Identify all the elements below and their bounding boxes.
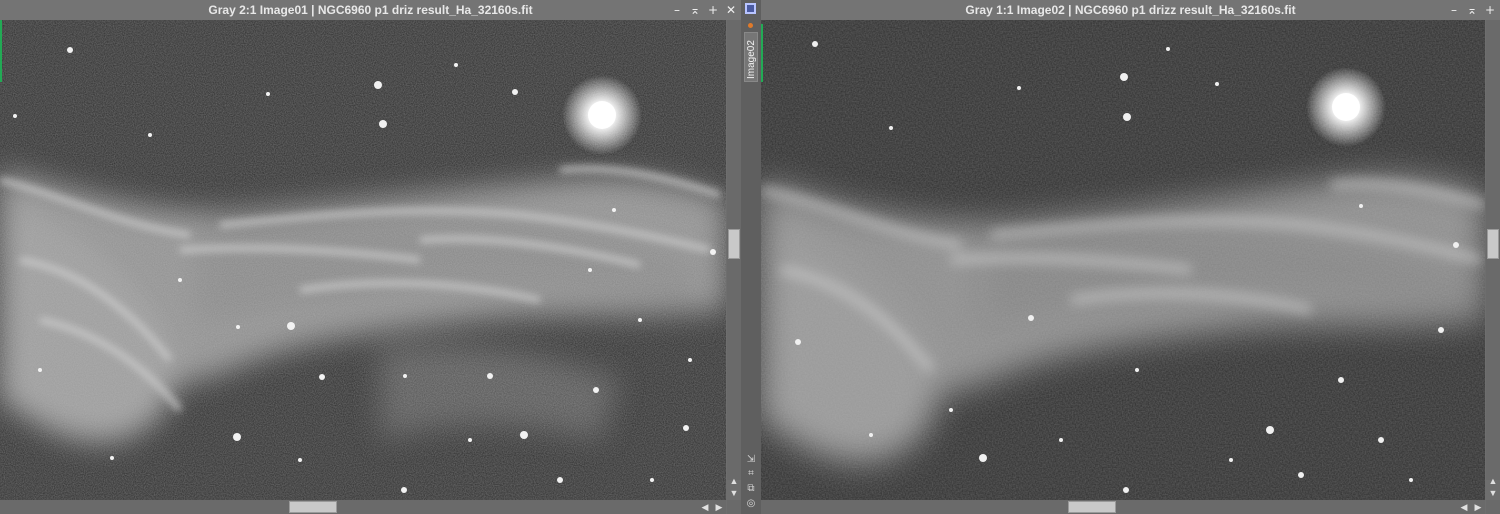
window-title-bar[interactable]: Gray 2:1 Image01 | NGC6960 p1 driz resul… xyxy=(0,0,741,20)
window-title-bar[interactable]: Gray 1:1 Image02 | NGC6960 p1 drizz resu… xyxy=(761,0,1500,20)
vertical-scroll-thumb[interactable] xyxy=(1487,229,1499,259)
vertical-scroll-thumb[interactable] xyxy=(728,229,740,259)
minimize-icon[interactable]: – xyxy=(671,3,683,17)
image-window-right[interactable]: Gray 1:1 Image02 | NGC6960 p1 drizz resu… xyxy=(761,0,1500,514)
maximize-icon[interactable]: + xyxy=(707,3,719,17)
target-icon[interactable]: ◎ xyxy=(746,499,756,509)
scroll-left-icon[interactable]: ◀ xyxy=(1459,502,1469,512)
scroll-corner xyxy=(727,500,741,514)
image-viewport[interactable] xyxy=(0,20,726,500)
scroll-corner xyxy=(1486,500,1500,514)
close-icon[interactable]: ✕ xyxy=(725,3,737,17)
clone-icon[interactable]: ⧉ xyxy=(746,484,756,494)
window-buttons: – ⌅ + xyxy=(1448,0,1496,20)
scroll-up-icon[interactable]: ▲ xyxy=(729,476,739,486)
view-indicator xyxy=(761,24,763,82)
horizontal-scroll-thumb[interactable] xyxy=(289,501,337,513)
minimize-icon[interactable]: – xyxy=(1448,3,1460,17)
scroll-left-icon[interactable]: ◀ xyxy=(700,502,710,512)
window-title: Gray 2:1 Image01 | NGC6960 p1 driz resul… xyxy=(208,3,533,17)
scroll-down-icon[interactable]: ▼ xyxy=(1488,488,1498,498)
window-buttons: – ⌅ + ✕ xyxy=(671,0,737,20)
window-title: Gray 1:1 Image02 | NGC6960 p1 drizz resu… xyxy=(965,3,1296,17)
tab-label: Image02 xyxy=(746,40,757,79)
image-viewport[interactable] xyxy=(761,20,1485,500)
image-window-left[interactable]: Gray 2:1 Image01 | NGC6960 p1 driz resul… xyxy=(0,0,741,514)
scroll-right-icon[interactable]: ▶ xyxy=(714,502,724,512)
scroll-up-icon[interactable]: ▲ xyxy=(1488,476,1498,486)
horizontal-scroll-thumb[interactable] xyxy=(1068,501,1116,513)
horizontal-scrollbar[interactable]: ◀ ▶ xyxy=(0,500,726,514)
nebula-image xyxy=(0,20,726,500)
resize-icon[interactable]: ⇲ xyxy=(746,455,756,465)
modified-indicator-icon xyxy=(748,23,753,28)
nebula-image xyxy=(761,20,1485,500)
shade-icon[interactable]: ⌅ xyxy=(1466,3,1478,17)
view-indicator xyxy=(0,20,2,82)
workspace-icon[interactable] xyxy=(745,3,756,14)
maximize-icon[interactable]: + xyxy=(1484,3,1496,17)
scroll-right-icon[interactable]: ▶ xyxy=(1473,502,1483,512)
grid-icon[interactable]: ⌗ xyxy=(746,469,756,479)
shade-icon[interactable]: ⌅ xyxy=(689,3,701,17)
tab-image02[interactable]: Image02 xyxy=(744,32,758,82)
vertical-scrollbar[interactable]: ▲ ▼ xyxy=(727,20,741,498)
scroll-down-icon[interactable]: ▼ xyxy=(729,488,739,498)
vertical-scrollbar[interactable]: ▲ ▼ xyxy=(1486,20,1500,498)
horizontal-scrollbar[interactable]: ◀ ▶ xyxy=(761,500,1485,514)
view-tab-strip: Image02 ⇲ ⌗ ⧉ ◎ xyxy=(741,0,761,514)
